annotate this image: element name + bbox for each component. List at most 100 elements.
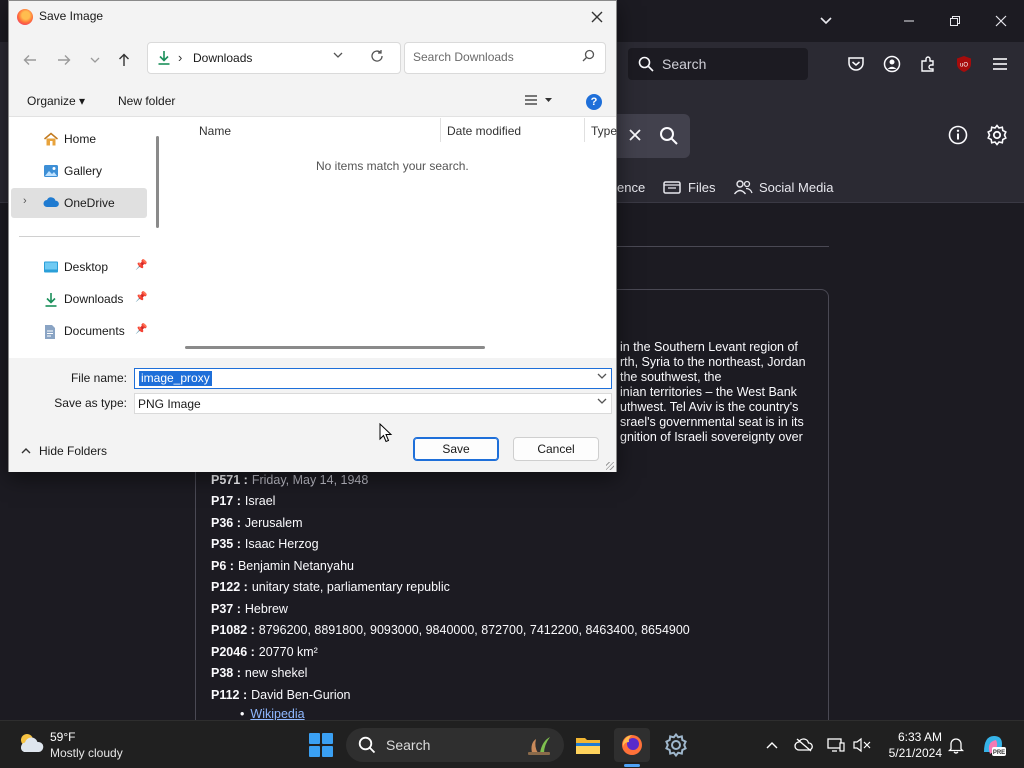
nav-item-home[interactable]: Home: [11, 124, 147, 154]
file-name-dropdown-icon[interactable]: [597, 372, 607, 383]
address-location[interactable]: Downloads: [193, 51, 252, 65]
nav-item-gallery[interactable]: Gallery: [11, 156, 147, 186]
address-dropdown-icon[interactable]: [333, 50, 343, 62]
settings-gear-icon[interactable]: [984, 122, 1010, 148]
search-icon: [582, 49, 595, 65]
nav-item-label: Documents: [64, 324, 125, 338]
property-row: P112 : David Ben-Gurion: [211, 684, 811, 706]
copilot-preview-icon[interactable]: PRE: [980, 732, 1006, 758]
file-explorer-icon[interactable]: [570, 728, 606, 762]
save-as-type-select[interactable]: PNG Image: [134, 393, 612, 414]
file-name-value[interactable]: image_proxy: [139, 371, 212, 386]
people-icon: [733, 180, 753, 195]
tab-list-chevron-icon[interactable]: [803, 0, 849, 42]
column-header-date-modified[interactable]: Date modified: [447, 124, 521, 138]
property-row: P571 : Friday, May 14, 1948: [211, 469, 811, 491]
desktop-icon: [43, 260, 59, 274]
property-key: P38 :: [211, 666, 241, 681]
property-list: P571 : Friday, May 14, 1948 P17 : Israel P…: [211, 469, 811, 706]
file-name-input[interactable]: image_proxy: [134, 368, 612, 389]
taskbar: 59°F Mostly cloudy Search 6:33 AM 5/21/2…: [0, 720, 1024, 768]
save-button[interactable]: Save: [413, 437, 499, 461]
nav-item-onedrive[interactable]: › OneDrive: [11, 188, 147, 218]
change-view-icon[interactable]: [524, 93, 554, 110]
property-value: Friday, May 14, 1948: [251, 472, 369, 487]
tab-intelligence[interactable]: ence: [617, 176, 645, 198]
address-bar[interactable]: › Downloads: [147, 42, 401, 74]
back-arrow-icon[interactable]: [19, 49, 41, 71]
weather-condition[interactable]: Mostly cloudy: [50, 746, 123, 760]
description-line: in the Southern Levant region of: [620, 340, 798, 354]
wikipedia-link[interactable]: Wikipedia: [240, 707, 304, 721]
cancel-button[interactable]: Cancel: [513, 437, 599, 461]
column-header-name[interactable]: Name: [199, 124, 231, 138]
onedrive-cloud-icon: [43, 196, 59, 210]
search-downloads-input[interactable]: [413, 50, 573, 64]
extensions-icon[interactable]: [916, 52, 940, 76]
property-value: Jerusalem: [244, 515, 303, 530]
onedrive-offline-icon[interactable]: [794, 735, 814, 755]
taskbar-search[interactable]: Search: [346, 728, 564, 762]
network-volume-icon[interactable]: [852, 735, 872, 755]
svg-text:uO: uO: [960, 63, 968, 69]
pocket-icon[interactable]: [844, 52, 868, 76]
ublock-origin-icon[interactable]: uO: [952, 52, 976, 76]
tab-label: Files: [688, 179, 716, 195]
dialog-title: Save Image: [39, 9, 104, 23]
info-icon[interactable]: [946, 123, 970, 147]
search-downloads-box[interactable]: [404, 42, 606, 74]
account-icon[interactable]: [880, 52, 904, 76]
expand-chevron-icon[interactable]: ›: [23, 195, 27, 207]
browser-search-placeholder: Search: [662, 56, 707, 72]
tab-social-media[interactable]: Social Media: [733, 176, 833, 198]
column-divider[interactable]: [584, 118, 585, 142]
column-header-type[interactable]: Type: [591, 124, 617, 138]
help-icon[interactable]: ?: [586, 94, 602, 110]
organize-button[interactable]: Organize ▾: [27, 94, 85, 108]
dialog-close-icon[interactable]: [584, 4, 610, 30]
notification-bell-icon[interactable]: [946, 735, 966, 755]
show-hidden-icons-chevron-icon[interactable]: [762, 735, 782, 755]
save-as-type-dropdown-icon[interactable]: [597, 397, 607, 408]
description-line: srael's governmental seat is in its: [620, 415, 804, 429]
partly-cloudy-icon[interactable]: [16, 731, 46, 755]
clock-date[interactable]: 5/21/2024: [880, 746, 942, 760]
new-folder-button[interactable]: New folder: [118, 94, 175, 108]
forward-arrow-icon[interactable]: [53, 49, 75, 71]
display-icon[interactable]: [826, 735, 846, 755]
property-value: 20770 km²: [258, 644, 318, 659]
menu-icon[interactable]: [988, 52, 1012, 76]
recent-locations-chevron-icon[interactable]: [84, 49, 106, 71]
settings-taskbar-gear-icon[interactable]: [658, 728, 694, 762]
minimize-icon[interactable]: [886, 0, 932, 42]
file-name-label: File name:: [70, 371, 127, 385]
browser-search-bar[interactable]: Search: [628, 48, 808, 80]
property-value: Hebrew: [244, 601, 288, 616]
dialog-command-bar: Organize ▾ New folder ?: [9, 88, 616, 117]
tab-files[interactable]: Files: [662, 176, 715, 198]
file-list-horizontal-scrollbar[interactable]: [185, 346, 485, 349]
up-arrow-icon[interactable]: [113, 49, 135, 71]
nav-pane-scrollbar[interactable]: [156, 136, 159, 228]
empty-results-message: No items match your search.: [316, 159, 469, 173]
resize-grip[interactable]: [606, 462, 614, 470]
app-search-icon[interactable]: [657, 124, 681, 148]
property-key: P17 :: [211, 494, 241, 509]
close-window-icon[interactable]: [978, 0, 1024, 42]
nav-item-documents[interactable]: Documents 📌: [11, 316, 147, 346]
hide-folders-button[interactable]: Hide Folders: [21, 444, 107, 458]
firefox-taskbar-icon[interactable]: [614, 728, 650, 762]
weather-temperature[interactable]: 59°F: [50, 730, 75, 744]
property-row: P38 : new shekel: [211, 663, 811, 685]
clock-time[interactable]: 6:33 AM: [880, 730, 942, 744]
nav-item-desktop[interactable]: Desktop 📌: [11, 252, 147, 282]
nav-item-label: Downloads: [64, 292, 124, 306]
start-button-windows-icon[interactable]: [309, 733, 333, 757]
column-divider[interactable]: [440, 118, 441, 142]
nav-item-downloads[interactable]: Downloads 📌: [11, 284, 147, 314]
restore-icon[interactable]: [932, 0, 978, 42]
property-row: P122 : unitary state, parliamentary repub…: [211, 577, 811, 599]
refresh-icon[interactable]: [370, 49, 384, 66]
clear-search-icon[interactable]: [624, 124, 646, 146]
downloads-icon: [43, 292, 59, 307]
